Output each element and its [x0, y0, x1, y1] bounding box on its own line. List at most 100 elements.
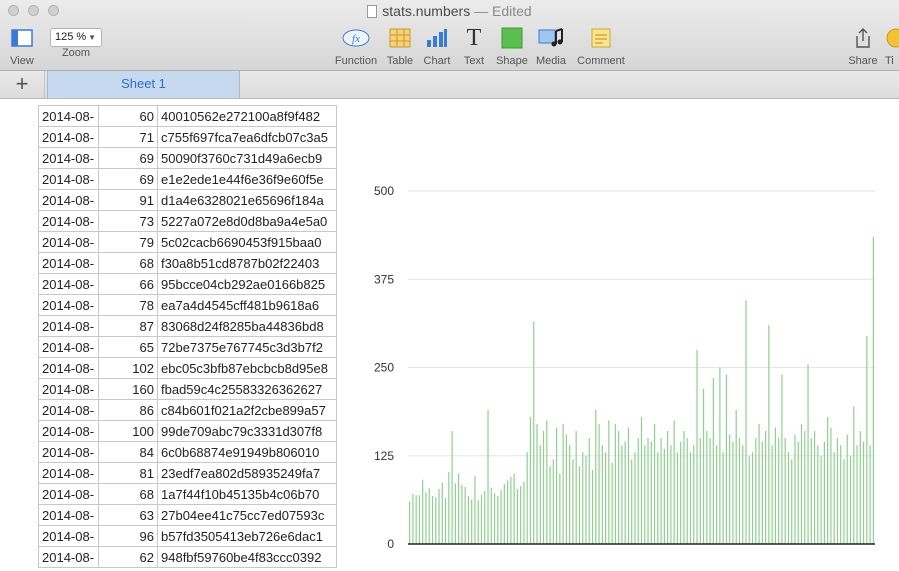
table-cell-hash[interactable]: 99de709abc79c3331d307f8: [157, 420, 337, 442]
table-cell-hash[interactable]: b57fd3505413eb726e6dac1: [157, 525, 337, 547]
table-row[interactable]: 2014-08- 100 99de709abc79c3331d307f8: [38, 420, 337, 442]
table-cell-date[interactable]: 2014-08-: [38, 420, 99, 442]
table-row[interactable]: 2014-08- 69 e1e2ede1e44f6e36f9e60f5e: [38, 168, 337, 190]
table-cell-hash[interactable]: 1a7f44f10b45135b4c06b70: [157, 483, 337, 505]
table-row[interactable]: 2014-08- 66 95bcce04cb292ae0166b825: [38, 273, 337, 295]
view-button[interactable]: View: [4, 26, 40, 67]
function-button[interactable]: fx Function: [332, 26, 380, 67]
table-cell-hash[interactable]: 50090f3760c731d49a6ecb9: [157, 147, 337, 169]
table-cell-value[interactable]: 160: [98, 378, 158, 400]
table-cell-date[interactable]: 2014-08-: [38, 525, 99, 547]
table-row[interactable]: 2014-08- 91 d1a4e6328021e65696f184a: [38, 189, 337, 211]
table-cell-date[interactable]: 2014-08-: [38, 483, 99, 505]
table-cell-value[interactable]: 91: [98, 189, 158, 211]
table-cell-date[interactable]: 2014-08-: [38, 441, 99, 463]
table-cell-value[interactable]: 81: [98, 462, 158, 484]
table-cell-hash[interactable]: fbad59c4c25583326362627: [157, 378, 337, 400]
table-cell-value[interactable]: 78: [98, 294, 158, 316]
table-cell-date[interactable]: 2014-08-: [38, 231, 99, 253]
table-cell-value[interactable]: 66: [98, 273, 158, 295]
chart-button[interactable]: Chart: [421, 26, 453, 67]
table-row[interactable]: 2014-08- 96 b57fd3505413eb726e6dac1: [38, 525, 337, 547]
text-button[interactable]: T Text: [458, 26, 490, 67]
table-cell-date[interactable]: 2014-08-: [38, 147, 99, 169]
table-cell-hash[interactable]: 6c0b68874e91949b806010: [157, 441, 337, 463]
table-row[interactable]: 2014-08- 78 ea7a4d4545cff481b9618a6: [38, 294, 337, 316]
table-cell-value[interactable]: 102: [98, 357, 158, 379]
table-cell-date[interactable]: 2014-08-: [38, 126, 99, 148]
table-cell-date[interactable]: 2014-08-: [38, 378, 99, 400]
table-row[interactable]: 2014-08- 68 1a7f44f10b45135b4c06b70: [38, 483, 337, 505]
table-cell-date[interactable]: 2014-08-: [38, 504, 99, 526]
table-cell-hash[interactable]: c755f697fca7ea6dfcb07c3a5: [157, 126, 337, 148]
table-cell-value[interactable]: 63: [98, 504, 158, 526]
table-cell-hash[interactable]: 95bcce04cb292ae0166b825: [157, 273, 337, 295]
table-cell-hash[interactable]: 23edf7ea802d58935249fa7: [157, 462, 337, 484]
table-cell-date[interactable]: 2014-08-: [38, 273, 99, 295]
tab-sheet-1[interactable]: Sheet 1: [47, 71, 240, 98]
table-row[interactable]: 2014-08- 71 c755f697fca7ea6dfcb07c3a5: [38, 126, 337, 148]
table-row[interactable]: 2014-08- 81 23edf7ea802d58935249fa7: [38, 462, 337, 484]
table-cell-value[interactable]: 68: [98, 252, 158, 274]
table-cell-value[interactable]: 62: [98, 546, 158, 568]
media-button[interactable]: Media: [533, 26, 569, 67]
table-cell-date[interactable]: 2014-08-: [38, 210, 99, 232]
table-cell-value[interactable]: 79: [98, 231, 158, 253]
table-row[interactable]: 2014-08- 102 ebc05c3bfb87ebcbcb8d95e8: [38, 357, 337, 379]
table-cell-date[interactable]: 2014-08-: [38, 462, 99, 484]
table-cell-value[interactable]: 69: [98, 147, 158, 169]
table-row[interactable]: 2014-08- 79 5c02cacb6690453f915baa0: [38, 231, 337, 253]
table-cell-value[interactable]: 71: [98, 126, 158, 148]
table-row[interactable]: 2014-08- 84 6c0b68874e91949b806010: [38, 441, 337, 463]
table-cell-date[interactable]: 2014-08-: [38, 357, 99, 379]
table-row[interactable]: 2014-08- 63 27b04ee41c75cc7ed07593c: [38, 504, 337, 526]
table-cell-value[interactable]: 65: [98, 336, 158, 358]
table-cell-date[interactable]: 2014-08-: [38, 546, 99, 568]
table-cell-value[interactable]: 69: [98, 168, 158, 190]
table-button[interactable]: Table: [384, 26, 416, 67]
table-cell-hash[interactable]: e1e2ede1e44f6e36f9e60f5e: [157, 168, 337, 190]
table-cell-value[interactable]: 87: [98, 315, 158, 337]
table-cell-value[interactable]: 86: [98, 399, 158, 421]
table-cell-date[interactable]: 2014-08-: [38, 336, 99, 358]
table-cell-hash[interactable]: 83068d24f8285ba44836bd8: [157, 315, 337, 337]
table-cell-date[interactable]: 2014-08-: [38, 315, 99, 337]
add-sheet-button[interactable]: +: [0, 71, 45, 98]
table-cell-hash[interactable]: 948fbf59760be4f83ccc0392: [157, 546, 337, 568]
table-row[interactable]: 2014-08- 65 72be7375e767745c3d3b7f2: [38, 336, 337, 358]
table-cell-hash[interactable]: 5227a072e8d0d8ba9a4e5a0: [157, 210, 337, 232]
table-cell-hash[interactable]: d1a4e6328021e65696f184a: [157, 189, 337, 211]
table-cell-value[interactable]: 100: [98, 420, 158, 442]
table-cell-hash[interactable]: 27b04ee41c75cc7ed07593c: [157, 504, 337, 526]
table-cell-value[interactable]: 96: [98, 525, 158, 547]
table-cell-date[interactable]: 2014-08-: [38, 105, 99, 127]
share-button[interactable]: Share: [845, 26, 881, 67]
comment-button[interactable]: Comment: [575, 26, 627, 67]
table-cell-value[interactable]: 60: [98, 105, 158, 127]
table-cell-date[interactable]: 2014-08-: [38, 168, 99, 190]
table-row[interactable]: 2014-08- 160 fbad59c4c25583326362627: [38, 378, 337, 400]
table-cell-hash[interactable]: ebc05c3bfb87ebcbcb8d95e8: [157, 357, 337, 379]
table-row[interactable]: 2014-08- 86 c84b601f021a2f2cbe899a57: [38, 399, 337, 421]
table-cell-hash[interactable]: 5c02cacb6690453f915baa0: [157, 231, 337, 253]
table-row[interactable]: 2014-08- 73 5227a072e8d0d8ba9a4e5a0: [38, 210, 337, 232]
bar-chart[interactable]: 0 125 250 375 500: [360, 175, 890, 555]
table-cell-date[interactable]: 2014-08-: [38, 252, 99, 274]
zoom-select[interactable]: 125 % ▼: [50, 28, 102, 47]
table-row[interactable]: 2014-08- 62 948fbf59760be4f83ccc0392: [38, 546, 337, 568]
shape-button[interactable]: Shape: [494, 26, 530, 67]
table-cell-date[interactable]: 2014-08-: [38, 399, 99, 421]
table-cell-hash[interactable]: 40010562e272100a8f9f482: [157, 105, 337, 127]
table-cell-value[interactable]: 73: [98, 210, 158, 232]
table-cell-hash[interactable]: 72be7375e767745c3d3b7f2: [157, 336, 337, 358]
table-cell-date[interactable]: 2014-08-: [38, 189, 99, 211]
table-cell-value[interactable]: 84: [98, 441, 158, 463]
table-row[interactable]: 2014-08- 69 50090f3760c731d49a6ecb9: [38, 147, 337, 169]
table-cell-hash[interactable]: c84b601f021a2f2cbe899a57: [157, 399, 337, 421]
table-cell-hash[interactable]: ea7a4d4545cff481b9618a6: [157, 294, 337, 316]
table-cell-hash[interactable]: f30a8b51cd8787b02f22403: [157, 252, 337, 274]
tips-button[interactable]: Ti: [885, 26, 899, 67]
table-row[interactable]: 2014-08- 68 f30a8b51cd8787b02f22403: [38, 252, 337, 274]
table-row[interactable]: 2014-08- 87 83068d24f8285ba44836bd8: [38, 315, 337, 337]
table-cell-date[interactable]: 2014-08-: [38, 294, 99, 316]
